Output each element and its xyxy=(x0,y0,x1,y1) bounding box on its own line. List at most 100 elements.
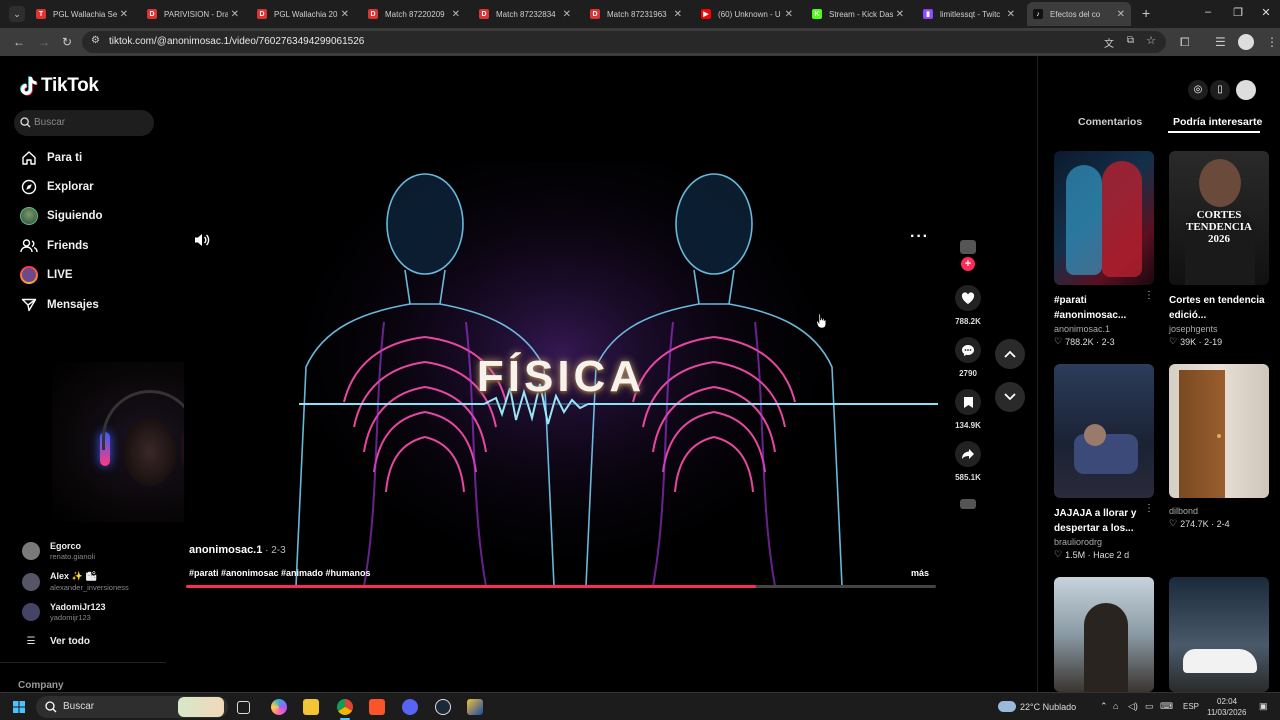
suggested-video-card[interactable] xyxy=(1169,577,1269,692)
app-icon[interactable] xyxy=(467,699,483,715)
share-button[interactable]: 585.1K xyxy=(954,441,982,482)
more-link[interactable]: más xyxy=(911,568,929,578)
tab-close-icon[interactable]: ✕ xyxy=(674,9,682,20)
nav-live[interactable]: LIVE xyxy=(20,266,73,284)
minimize-button[interactable]: – xyxy=(1198,6,1218,18)
keyboard-icon[interactable]: ⌨ xyxy=(1160,701,1173,712)
following-user[interactable]: Alex ✨ 🏙 alexander_inversioness xyxy=(22,571,129,592)
speaker-icon[interactable]: ◁) xyxy=(1128,701,1138,712)
clock-time[interactable]: 02:04 xyxy=(1217,697,1237,706)
tiktok-logo[interactable]: TikTok xyxy=(20,75,99,97)
task-view-icon[interactable] xyxy=(237,701,250,714)
see-all-link[interactable]: ☰ Ver todo xyxy=(22,636,91,647)
video-progress-bar[interactable] xyxy=(186,585,936,588)
battery-icon[interactable]: ▭ xyxy=(1145,701,1154,712)
browser-menu-icon[interactable]: ⋮ xyxy=(1266,35,1278,49)
profile-avatar[interactable] xyxy=(1238,34,1254,50)
tab-close-icon[interactable]: ✕ xyxy=(231,9,239,20)
browser-tab[interactable]: ♪ Efectos del co ✕ xyxy=(1027,2,1131,26)
company-link[interactable]: Company xyxy=(18,680,64,691)
weather-text[interactable]: 22°C Nublado xyxy=(1020,702,1076,712)
taskbar-search[interactable]: Buscar xyxy=(36,696,228,718)
tab-close-icon[interactable]: ✕ xyxy=(452,9,460,20)
suggested-video-card[interactable]: #parati #anonimosac... anonimosac.1 ♡ 788… xyxy=(1054,151,1154,347)
suggested-video-card[interactable]: JAJAJA a llorar y despertar a los... bra… xyxy=(1054,364,1154,560)
suggested-video-card[interactable]: dilbond ♡ 274.7K · 2-4 xyxy=(1169,364,1269,529)
profile-avatar[interactable] xyxy=(1236,80,1256,100)
install-app-icon[interactable]: ⧉ xyxy=(1127,35,1134,46)
video-author[interactable]: anonimosac.1 · 2-3 xyxy=(189,544,286,556)
nav-mensajes[interactable]: Mensajes xyxy=(20,296,99,314)
save-button[interactable]: 134.9K xyxy=(954,389,982,430)
reading-list-icon[interactable]: ☰ xyxy=(1215,35,1226,49)
site-info-icon[interactable]: ⚙ xyxy=(91,35,100,46)
notification-icon[interactable]: ▣ xyxy=(1259,701,1268,712)
card-more-icon[interactable]: ⋮ xyxy=(1144,503,1154,514)
browser-tab[interactable]: D Match 87220209 ✕ xyxy=(362,4,466,24)
back-icon[interactable]: ← xyxy=(13,35,25,49)
previous-video-button[interactable] xyxy=(995,339,1025,369)
tab-close-icon[interactable]: ✕ xyxy=(896,9,904,20)
browser-tab[interactable]: D PGL Wallachia 20 ✕ xyxy=(251,4,355,24)
discord-icon[interactable] xyxy=(402,699,418,715)
browser-tab[interactable]: ▶ (60) Unknown - U ✕ xyxy=(695,4,799,24)
browser-tab[interactable]: D Match 87231963 ✕ xyxy=(584,4,688,24)
clock-date[interactable]: 11/03/2026 xyxy=(1207,708,1246,717)
tab-close-icon[interactable]: ✕ xyxy=(1007,9,1015,20)
steam-icon[interactable] xyxy=(435,699,451,715)
nav-para-ti[interactable]: Para ti xyxy=(20,149,82,167)
browser-tab[interactable]: T PGL Wallachia Se ✕ xyxy=(30,4,134,24)
browser-tab[interactable]: D PARIVISION - Dra ✕ xyxy=(141,4,245,24)
forward-icon[interactable]: → xyxy=(38,35,50,49)
nav-explorar[interactable]: Explorar xyxy=(20,178,94,196)
following-user[interactable]: Egorco renato.gianoli xyxy=(22,541,95,561)
tab-close-icon[interactable]: ✕ xyxy=(563,9,571,20)
like-button[interactable]: 788.2K xyxy=(954,285,982,326)
next-video-button[interactable] xyxy=(995,382,1025,412)
nav-siguiendo[interactable]: Siguiendo xyxy=(20,207,103,225)
comment-button[interactable]: 2790 xyxy=(954,337,982,378)
tab-comentarios[interactable]: Comentarios xyxy=(1078,116,1142,128)
suggested-video-card[interactable] xyxy=(1054,577,1154,692)
chrome-icon[interactable] xyxy=(337,699,353,715)
explore-icon-button[interactable]: ◎ xyxy=(1188,80,1208,100)
tab-close-icon[interactable]: ✕ xyxy=(341,9,349,20)
new-tab-button[interactable]: + xyxy=(1142,5,1150,21)
browser-tab[interactable]: D Match 87232834 ✕ xyxy=(473,4,577,24)
brave-icon[interactable] xyxy=(369,699,385,715)
close-window-button[interactable]: ✕ xyxy=(1256,6,1276,19)
copilot-icon[interactable] xyxy=(271,699,287,715)
tab-search-button[interactable]: ⌄ xyxy=(9,6,25,22)
follow-plus-icon[interactable]: + xyxy=(961,257,975,271)
device-icon-button[interactable]: ▯ xyxy=(1210,80,1230,100)
card-more-icon[interactable]: ⋮ xyxy=(1144,290,1154,301)
extensions-icon[interactable]: ⧠ xyxy=(1180,35,1190,50)
volume-icon[interactable] xyxy=(194,233,210,247)
tab-close-icon[interactable]: ✕ xyxy=(1117,9,1125,20)
url-field[interactable]: ⚙ tiktok.com/@anonimosac.1/video/7602763… xyxy=(82,31,1166,53)
language-indicator[interactable]: ESP xyxy=(1183,702,1199,711)
search-input[interactable]: Buscar xyxy=(14,110,154,136)
file-explorer-icon[interactable] xyxy=(303,699,319,715)
tray-chevron-icon[interactable]: ⌃ xyxy=(1100,701,1108,712)
browser-tab[interactable]: ▮ limitlessqt - Twitc ✕ xyxy=(917,4,1021,24)
chevron-up-icon xyxy=(1004,350,1016,358)
tab-podria-interesarte[interactable]: Podría interesarte xyxy=(1173,116,1262,128)
tab-close-icon[interactable]: ✕ xyxy=(120,9,128,20)
video-player[interactable]: FÍSICA ··· xyxy=(184,162,938,586)
suggested-video-card[interactable]: CORTES TENDENCIA 2026 Cortes en tendenci… xyxy=(1169,151,1269,347)
bookmark-star-icon[interactable]: ☆ xyxy=(1146,34,1156,47)
browser-tab[interactable]: K Stream - Kick Das ✕ xyxy=(806,4,910,24)
tab-close-icon[interactable]: ✕ xyxy=(785,9,793,20)
network-icon[interactable]: ⌂ xyxy=(1113,701,1118,711)
creator-avatar-button[interactable]: + xyxy=(954,240,982,271)
nav-friends[interactable]: Friends xyxy=(20,237,89,255)
translate-icon[interactable]: 文 xyxy=(1104,35,1114,50)
sound-disc-button[interactable] xyxy=(954,499,982,509)
following-user[interactable]: YadomiJr123 yadomijr123 xyxy=(22,602,106,622)
more-options-icon[interactable]: ··· xyxy=(910,228,929,246)
video-hashtags[interactable]: #parati #anonimosac #animado #humanos xyxy=(189,568,371,578)
reload-icon[interactable]: ↻ xyxy=(62,35,72,49)
windows-start-icon[interactable] xyxy=(13,701,25,713)
restore-button[interactable]: ❐ xyxy=(1228,6,1248,19)
